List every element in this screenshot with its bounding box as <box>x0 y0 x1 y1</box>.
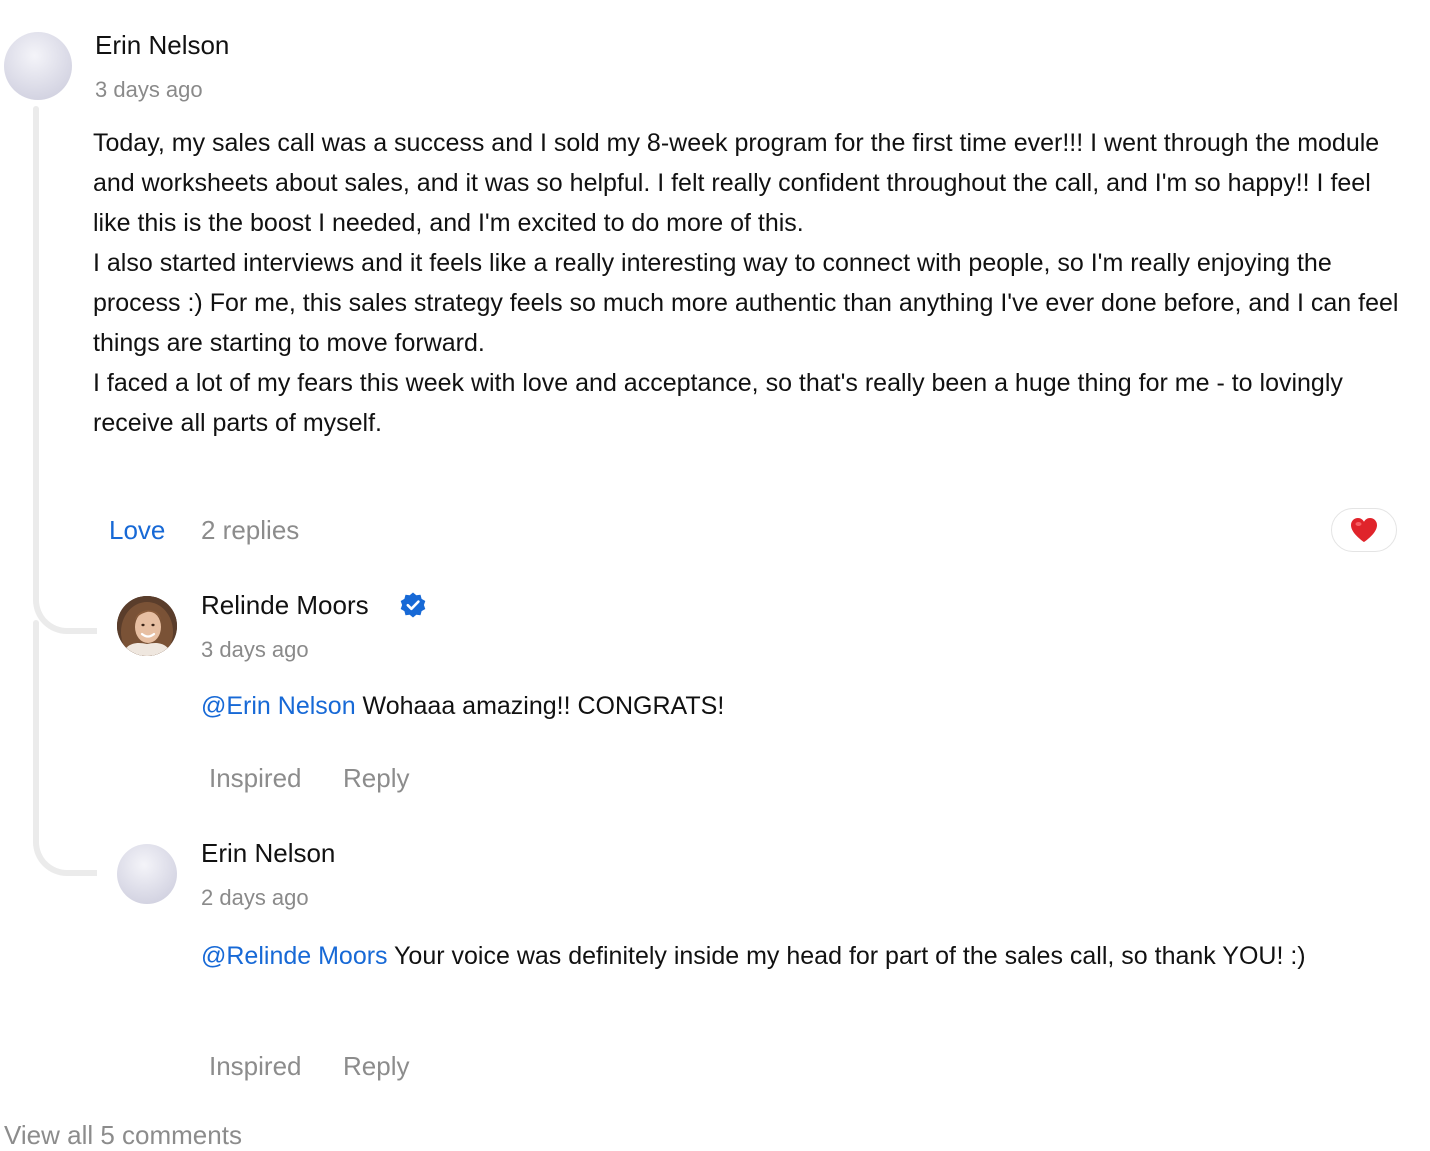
reaction-pill[interactable] <box>1331 508 1397 552</box>
reply-text: Wohaaa amazing!! CONGRATS! <box>355 692 725 720</box>
thread-connector-reply-2 <box>33 790 97 876</box>
post-paragraph: I also started interviews and it feels l… <box>93 249 1399 357</box>
love-reaction-button[interactable]: Love <box>109 515 165 546</box>
reply-button[interactable]: Reply <box>343 763 409 794</box>
thread-connector-reply-1 <box>33 560 97 634</box>
post-author-name[interactable]: Erin Nelson <box>95 30 229 61</box>
thread-line <box>33 106 39 598</box>
reply-body: @Erin Nelson Wohaaa amazing!! CONGRATS! <box>201 686 1391 726</box>
verified-badge-icon <box>400 592 426 618</box>
inspired-reaction-button[interactable]: Inspired <box>209 1051 302 1082</box>
reply-button[interactable]: Reply <box>343 1051 409 1082</box>
reply-timestamp: 3 days ago <box>201 637 309 662</box>
post-timestamp: 3 days ago <box>95 77 203 102</box>
heart-icon <box>1351 518 1377 542</box>
reply-text: Your voice was definitely inside my head… <box>387 942 1306 970</box>
reply-body: @Relinde Moors Your voice was definitely… <box>201 934 1381 978</box>
view-all-comments-link[interactable]: View all 5 comments <box>4 1120 242 1151</box>
inspired-reaction-button[interactable]: Inspired <box>209 763 302 794</box>
avatar[interactable] <box>117 596 177 656</box>
avatar[interactable] <box>117 844 177 904</box>
post-paragraph: Today, my sales call was a success and I… <box>93 129 1380 237</box>
reply-timestamp: 2 days ago <box>201 885 309 910</box>
mention-link[interactable]: @Relinde Moors <box>201 942 388 970</box>
replies-count-link[interactable]: 2 replies <box>201 515 299 546</box>
post-paragraph: I faced a lot of my fears this week with… <box>93 369 1343 437</box>
avatar[interactable] <box>4 32 72 100</box>
mention-link[interactable]: @Erin Nelson <box>201 692 356 720</box>
reply-author-name[interactable]: Erin Nelson <box>201 838 335 869</box>
post-body: Today, my sales call was a success and I… <box>93 123 1413 443</box>
reply-author-name[interactable]: Relinde Moors <box>201 590 369 621</box>
avatar-photo-image <box>117 596 177 656</box>
